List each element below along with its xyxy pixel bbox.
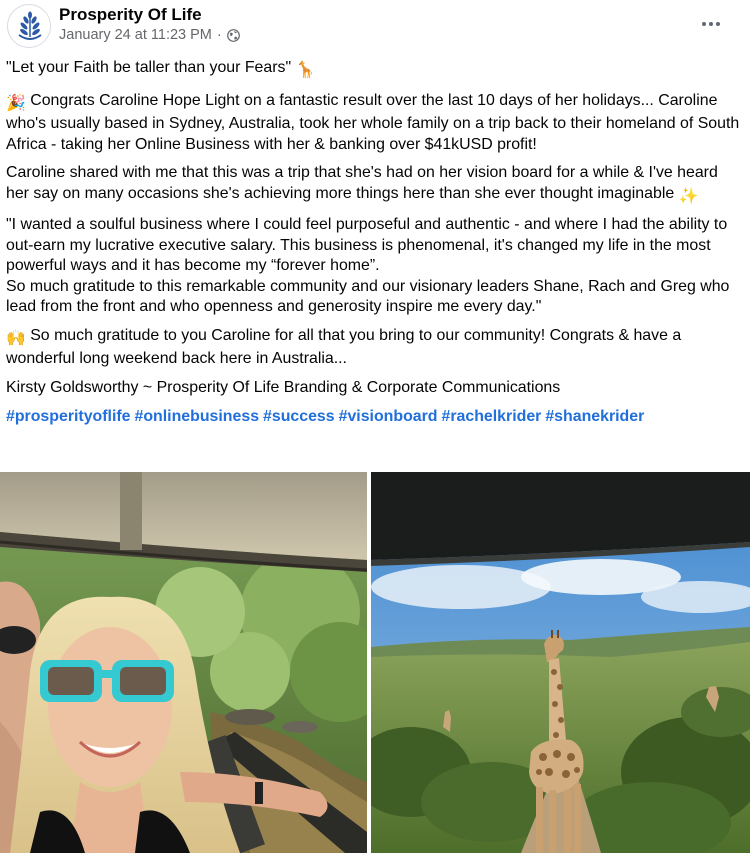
sparkles-emoji-icon: ✨ xyxy=(678,187,699,205)
hashtag-link[interactable]: #success xyxy=(263,408,335,425)
globe-icon[interactable] xyxy=(226,28,240,42)
hashtag-link[interactable]: #prosperityoflife xyxy=(6,408,131,425)
prosperity-logo-icon xyxy=(9,6,50,47)
page-name-link[interactable]: Prosperity Of Life xyxy=(59,5,202,25)
post-paragraph: Kirsty Goldsworthy ~ Prosperity Of Life … xyxy=(6,378,561,396)
post-paragraph: "Let your Faith be taller than your Fear… xyxy=(6,58,744,82)
giraffe-photo[interactable] xyxy=(371,472,750,853)
post-meta: January 24 at 11:23 PM · xyxy=(59,27,240,43)
post-timestamp[interactable]: January 24 at 11:23 PM xyxy=(59,27,212,43)
hashtag-link[interactable]: #shanekrider xyxy=(545,408,644,425)
giraffe-emoji-icon: 🦒 xyxy=(295,62,316,79)
post-header: Prosperity Of Life January 24 at 11:23 P… xyxy=(0,0,750,52)
hashtag-list: #prosperityoflife #onlinebusiness #success… xyxy=(6,407,744,428)
party-popper-emoji-icon: 🎉 xyxy=(6,94,26,112)
post-paragraph: So much gratitude to this remarkable com… xyxy=(6,277,730,316)
selfie-photo[interactable] xyxy=(0,472,367,853)
post-paragraph: 🙌 So much gratitude to you Caroline for … xyxy=(6,326,682,368)
meta-separator: · xyxy=(216,27,222,43)
page-avatar[interactable] xyxy=(7,4,51,48)
post-paragraph: 🎉 Congrats Caroline Hope Light on a fant… xyxy=(6,91,740,153)
hashtag-link[interactable]: #visionboard xyxy=(339,408,438,425)
post-paragraph: "I wanted a soulful business where I cou… xyxy=(6,216,728,274)
more-options-icon[interactable] xyxy=(693,10,729,38)
post-body: "Let your Faith be taller than your Fear… xyxy=(6,58,744,428)
hashtag-link[interactable]: #onlinebusiness xyxy=(135,408,260,425)
raising-hands-emoji-icon: 🙌 xyxy=(6,329,26,347)
hashtag-link[interactable]: #rachelkrider xyxy=(442,408,542,425)
facebook-post: Prosperity Of Life January 24 at 11:23 P… xyxy=(0,0,750,853)
post-paragraph: Caroline shared with me that this was a … xyxy=(6,163,744,207)
